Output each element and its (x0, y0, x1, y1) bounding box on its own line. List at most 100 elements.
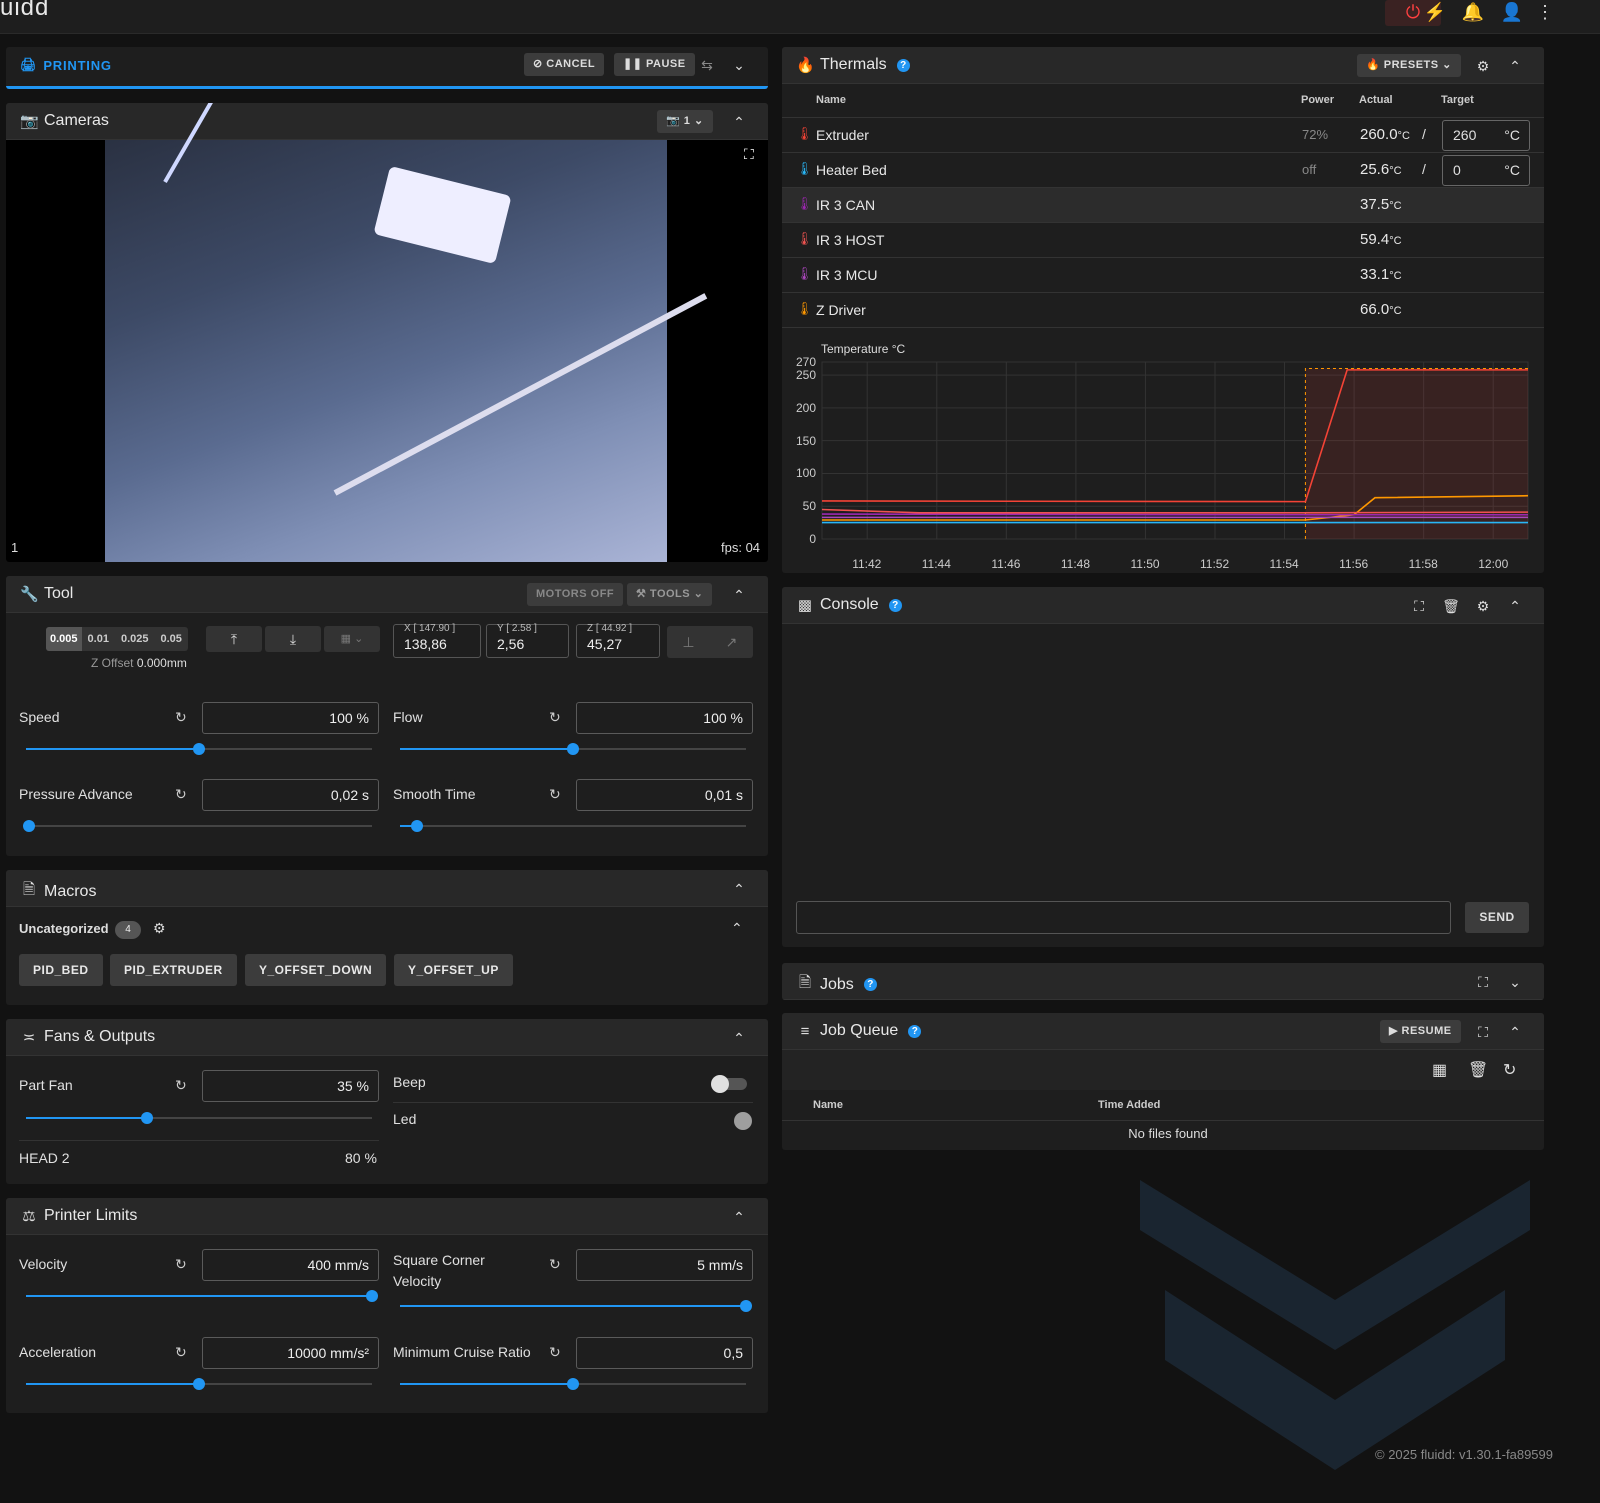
x-position-value: 138,86 (404, 636, 447, 652)
help-icon[interactable]: ? (888, 598, 902, 612)
z-down-icon[interactable]: ⤓ (265, 626, 321, 652)
reset-icon[interactable]: ↻ (549, 1256, 561, 1273)
queue-toolbar: ▦ 🗑 ↻ (782, 1050, 1544, 1090)
background-logo (1140, 1180, 1530, 1470)
z-position-field[interactable]: Z [ 44.92 ] 45,27 (576, 623, 660, 658)
z-adjust-menu-icon[interactable]: ▦ ⌄ (324, 626, 380, 652)
acceleration-input[interactable]: 10000 mm/s² (202, 1337, 379, 1369)
collapse-icon[interactable]: ⌃ (728, 1027, 750, 1049)
x-position-label: X [ 147.90 ] (404, 623, 456, 634)
velocity-slider[interactable] (26, 1290, 378, 1302)
macros-title: Macros (44, 882, 97, 900)
empty-state: No files found (1128, 1126, 1208, 1141)
console-input[interactable] (796, 901, 1451, 934)
temperature-chart[interactable] (0, 0, 1600, 600)
pressure-advance-input[interactable]: 0,02 s (202, 779, 379, 811)
collapse-icon[interactable]: ⌃ (1504, 595, 1526, 617)
refresh-icon[interactable]: ↻ (1503, 1060, 1516, 1080)
absolute-icon[interactable]: ⊥ (667, 626, 710, 658)
smooth-time-slider[interactable] (400, 820, 746, 832)
smooth-time-input[interactable]: 0,01 s (576, 779, 753, 811)
queue-list-icon[interactable]: ▦ (1432, 1060, 1447, 1080)
fullscreen-icon[interactable]: ⛶ (1408, 595, 1430, 617)
min-cruise-ratio-label: Minimum Cruise Ratio (393, 1344, 531, 1360)
console-card: ▩ Console? ⛶ 🗑 ⚙ ⌃ SEND (782, 587, 1544, 947)
reset-icon[interactable]: ↻ (175, 1256, 187, 1273)
smooth-time-label: Smooth Time (393, 786, 476, 802)
macro-button[interactable]: PID_EXTRUDER (110, 954, 237, 986)
part-fan-slider[interactable] (26, 1112, 372, 1124)
speed-slider[interactable] (26, 743, 372, 755)
reset-icon[interactable]: ↻ (175, 1077, 187, 1094)
y-position-label: Y [ 2.58 ] (497, 623, 537, 634)
tool-card: 🔧 Tool MOTORS OFF ⚒ TOOLS ⌄ ⌃ 0.005 0.01 … (6, 576, 768, 856)
min-cruise-ratio-slider[interactable] (400, 1378, 746, 1390)
trash-icon[interactable]: 🗑 (1468, 1060, 1488, 1080)
collapse-icon[interactable]: ⌃ (1504, 1021, 1526, 1043)
reset-icon[interactable]: ↻ (175, 709, 187, 726)
limits-title: Printer Limits (44, 1207, 138, 1224)
collapse-icon[interactable]: ⌃ (728, 1206, 750, 1228)
part-fan-label: Part Fan (19, 1077, 73, 1093)
gear-icon[interactable]: ⚙ (153, 920, 166, 937)
speed-input[interactable]: 100 % (202, 702, 379, 734)
send-button[interactable]: SEND (1465, 902, 1529, 933)
flow-slider[interactable] (400, 743, 746, 755)
step-size-group: 0.005 0.01 0.025 0.05 (46, 627, 188, 651)
part-fan-input[interactable]: 35 % (202, 1070, 379, 1102)
step-option[interactable]: 0.01 (82, 627, 115, 651)
square-corner-velocity-slider[interactable] (400, 1300, 752, 1312)
macro-file-icon: 🗎 (22, 881, 36, 898)
terminal-icon: ▩ (797, 597, 813, 614)
queue-icon: ≡ (800, 1022, 810, 1040)
macro-button[interactable]: PID_BED (19, 954, 103, 986)
position-mode-toggle: ⊥ ↗ (667, 626, 753, 658)
pressure-advance-label: Pressure Advance (19, 786, 133, 802)
square-corner-velocity-input[interactable]: 5 mm/s (576, 1249, 753, 1281)
fullscreen-icon[interactable]: ⛶ (1472, 971, 1494, 993)
help-icon[interactable]: ? (908, 1024, 922, 1038)
step-option[interactable]: 0.025 (115, 627, 155, 651)
fullscreen-icon[interactable]: ⛶ (1472, 1021, 1494, 1043)
min-cruise-ratio-input[interactable]: 0,5 (576, 1337, 753, 1369)
z-position-label: Z [ 44.92 ] (587, 623, 633, 634)
collapse-icon[interactable]: ⌃ (728, 878, 750, 900)
resume-button[interactable]: ▶ RESUME (1380, 1020, 1461, 1043)
expand-icon[interactable]: ⌄ (1504, 971, 1526, 993)
y-position-field[interactable]: Y [ 2.58 ] 2,56 (486, 623, 569, 658)
help-icon[interactable]: ? (863, 978, 877, 991)
macro-button[interactable]: Y_OFFSET_DOWN (245, 954, 387, 986)
fan-icon: ≍ (22, 1029, 36, 1046)
reset-icon[interactable]: ↻ (175, 786, 187, 803)
col-time-added: Time Added (1098, 1099, 1161, 1111)
step-option[interactable]: 0.005 (46, 627, 82, 651)
z-up-icon[interactable]: ⤒ (206, 626, 262, 652)
category-collapse-icon[interactable]: ⌃ (731, 920, 743, 937)
fans-header: ≍ Fans & Outputs ⌃ (6, 1019, 768, 1056)
reset-icon[interactable]: ↻ (175, 1344, 187, 1361)
led-color-picker[interactable] (734, 1112, 752, 1130)
file-icon: 🗎 (798, 974, 812, 991)
flow-label: Flow (393, 709, 423, 725)
macro-button[interactable]: Y_OFFSET_UP (394, 954, 513, 986)
head2-value: 80 % (345, 1150, 377, 1166)
macro-category[interactable]: Uncategorized (19, 921, 109, 936)
scv-label-line1: Square Corner (393, 1252, 485, 1268)
beep-toggle[interactable] (711, 1075, 747, 1093)
gear-icon[interactable]: ⚙ (1472, 595, 1494, 617)
pressure-advance-slider[interactable] (23, 820, 372, 832)
trash-icon[interactable]: 🗑 (1440, 595, 1462, 617)
flow-input[interactable]: 100 % (576, 702, 753, 734)
reset-icon[interactable]: ↻ (549, 1344, 561, 1361)
x-position-field[interactable]: X [ 147.90 ] 138,86 (393, 623, 481, 658)
z-offset: Z Offset 0.000mm (91, 656, 187, 670)
acceleration-slider[interactable] (26, 1378, 372, 1390)
velocity-input[interactable]: 400 mm/s (202, 1249, 379, 1281)
job-queue-card: ≡ Job Queue? ▶ RESUME ⛶ ⌃ ▦ 🗑 ↻ Name Time… (782, 1013, 1544, 1150)
step-option[interactable]: 0.05 (154, 627, 187, 651)
reset-icon[interactable]: ↻ (549, 709, 561, 726)
printer-limits-card: ⚖ Printer Limits ⌃ Velocity ↻ 400 mm/s Sq… (6, 1198, 768, 1413)
reset-icon[interactable]: ↻ (549, 786, 561, 803)
relative-icon[interactable]: ↗ (710, 626, 753, 658)
limits-header: ⚖ Printer Limits ⌃ (6, 1198, 768, 1235)
